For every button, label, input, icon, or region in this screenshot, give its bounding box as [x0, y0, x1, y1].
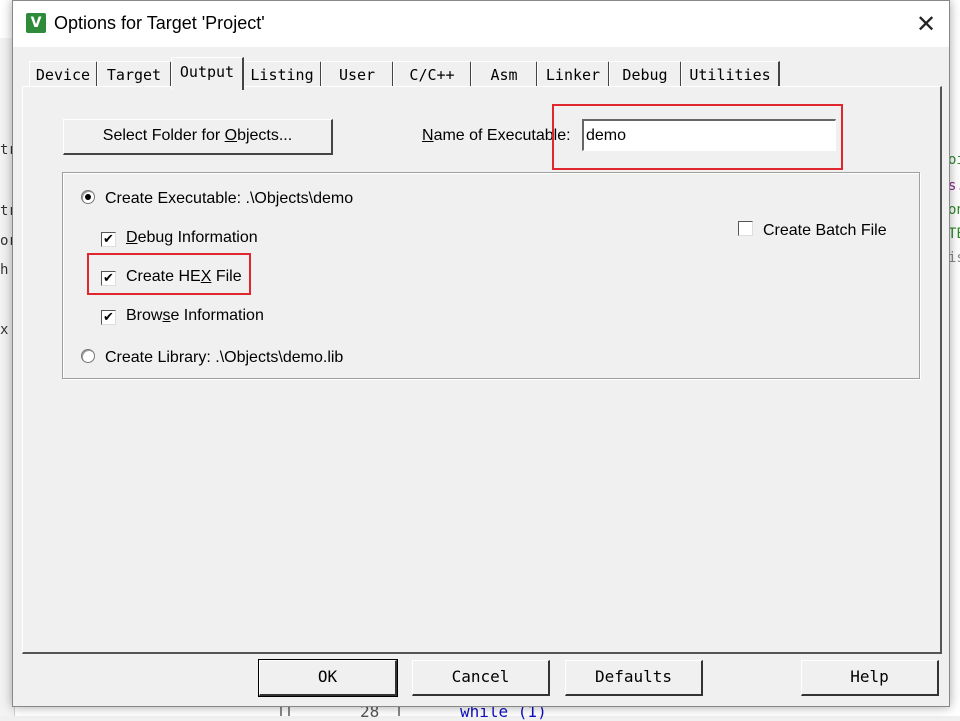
create-library-radio[interactable]: Create Library: .\Objects\demo.lib: [81, 349, 343, 367]
select-folder-button[interactable]: Select Folder for Objects...: [63, 119, 333, 155]
bg-fragment: h: [0, 262, 9, 278]
debug-information-label: ebug Information: [137, 229, 258, 246]
close-icon[interactable]: ✕: [903, 1, 949, 47]
window-title: Options for Target 'Project': [54, 13, 265, 33]
tab-strip: Device Target Output Listing User C/C++ …: [21, 57, 801, 90]
radio-selected-icon: [81, 190, 95, 204]
name-of-executable-label: Name of Executable:: [422, 127, 571, 145]
highlight-box-name: [552, 104, 843, 170]
name-label-mnemonic: N: [422, 127, 434, 144]
ok-button[interactable]: OK: [258, 659, 398, 697]
name-label-text: ame of Executable:: [433, 127, 571, 144]
empty-checkbox-icon: [738, 221, 753, 236]
tab-debug[interactable]: Debug: [609, 61, 682, 88]
output-tab-panel: Select Folder for Objects... Name of Exe…: [22, 86, 942, 654]
tab-device[interactable]: Device: [29, 61, 98, 88]
defaults-button[interactable]: Defaults: [565, 660, 703, 696]
cancel-button[interactable]: Cancel: [412, 660, 550, 696]
highlight-box-hex: [87, 253, 251, 295]
debug-information-checkbox[interactable]: ✔ Debug Information: [101, 229, 258, 247]
tab-user[interactable]: User: [321, 61, 394, 88]
help-button[interactable]: Help: [801, 660, 939, 696]
create-library-label: Create Library: .\Objects\demo.lib: [105, 349, 344, 366]
keil-uvision-icon: V: [26, 13, 46, 33]
tab-target[interactable]: Target: [97, 61, 172, 88]
select-folder-label-rest: bjects...: [237, 127, 293, 144]
tab-asm[interactable]: Asm: [471, 61, 538, 88]
output-options-group: Create Executable: .\Objects\demo ✔ Debug…: [62, 172, 920, 379]
create-executable-radio[interactable]: Create Executable: .\Objects\demo: [81, 190, 353, 208]
options-dialog: V Options for Target 'Project' ✕ Device …: [12, 0, 950, 707]
create-batch-file-checkbox[interactable]: Create Batch File: [738, 221, 887, 240]
debug-info-mnemonic: D: [126, 229, 138, 246]
create-executable-label: Create Executable: .\Objects\demo: [105, 190, 354, 207]
browse-label-rest: e Information: [170, 307, 264, 324]
checkmark-icon: ✔: [101, 310, 116, 325]
tab-cpp[interactable]: C/C++: [393, 61, 472, 88]
title-bar[interactable]: V Options for Target 'Project' ✕: [13, 1, 949, 47]
select-folder-mnemonic: O: [224, 127, 238, 144]
bg-fragment: x: [0, 322, 9, 338]
tab-listing[interactable]: Listing: [243, 61, 322, 88]
create-batch-file-label: Create Batch File: [763, 222, 887, 239]
tab-output[interactable]: Output: [171, 57, 244, 90]
select-folder-label: Select Folder for: [102, 127, 225, 144]
radio-unselected-icon: [81, 349, 95, 363]
tab-utilities[interactable]: Utilities: [681, 61, 780, 88]
browse-information-checkbox[interactable]: ✔ Browse Information: [101, 307, 264, 325]
tab-linker[interactable]: Linker: [537, 61, 610, 88]
browse-label: Brow: [126, 307, 163, 324]
checkmark-icon: ✔: [101, 232, 116, 247]
